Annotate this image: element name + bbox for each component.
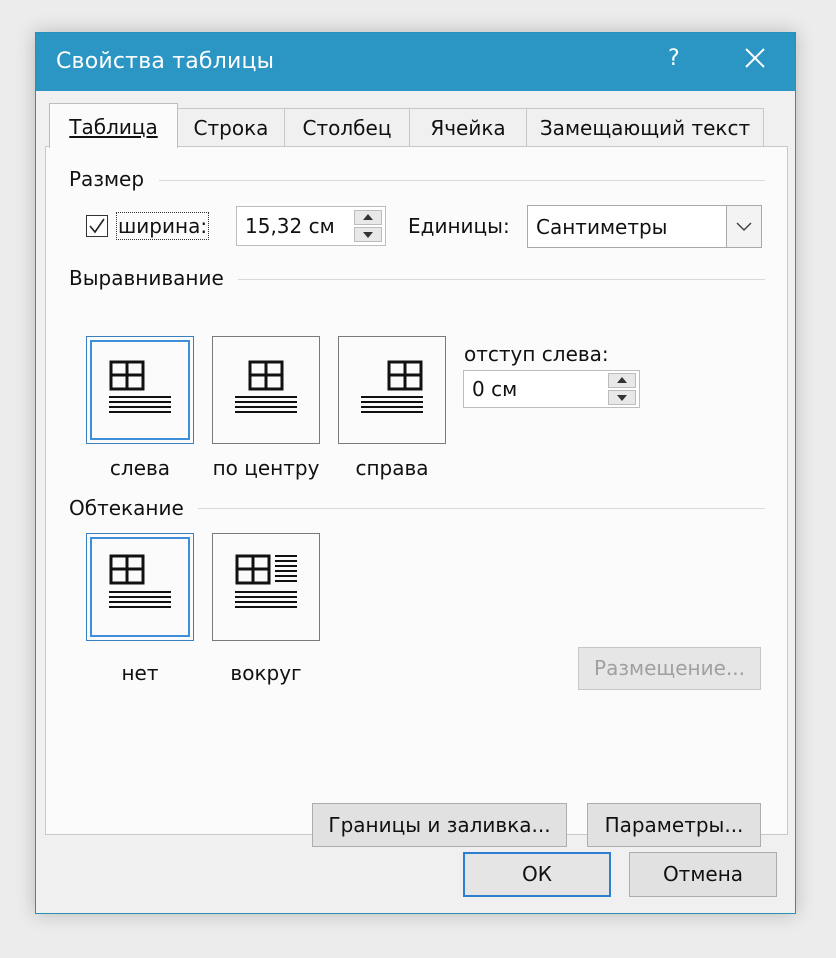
checkmark-icon [89,218,105,234]
spin-down-icon[interactable] [354,227,382,242]
width-spin-buttons [354,210,382,242]
table-align-left-icon [109,360,171,413]
width-spinner[interactable]: 15,32 см [236,206,386,246]
width-label: ширина: [115,212,210,240]
dialog-title: Свойства таблицы [56,49,275,74]
align-right-label: справа [355,456,429,480]
tab-alt-text[interactable]: Замещающий текст [526,108,764,147]
alignment-group-divider [238,279,765,280]
spin-up-icon[interactable] [608,373,636,388]
indent-left-spinner[interactable]: 0 см [463,370,640,408]
wrapping-group-title: Обтекание [69,496,184,520]
table-tab-panel: Размер ширина: 15,32 см Единицы: Сантиме… [45,146,788,847]
spin-down-icon[interactable] [608,390,636,405]
wrap-around-icon [235,554,297,608]
help-button[interactable]: ? [668,46,680,71]
alignment-group-title: Выравнивание [69,266,224,290]
options-button[interactable]: Параметры... [587,803,761,847]
tab-cell[interactable]: Ячейка [409,108,527,147]
wrap-none-icon [109,554,171,608]
tab-label: Столбец [302,116,392,140]
ok-button[interactable]: ОК [463,852,611,897]
align-right-option[interactable] [338,336,446,444]
indent-left-value: 0 см [472,377,518,401]
tab-label: Замещающий текст [539,116,751,140]
wrap-none-label: нет [121,661,159,685]
tab-column[interactable]: Столбец [284,108,410,147]
borders-and-shading-button[interactable]: Границы и заливка... [312,803,567,847]
size-group-title: Размер [69,167,145,191]
units-label: Единицы: [408,214,510,238]
spin-up-icon[interactable] [354,210,382,225]
wrap-none-option[interactable] [86,533,194,641]
close-button[interactable] [740,43,770,73]
indent-spin-buttons [608,373,636,405]
positioning-button[interactable]: Размещение... [578,647,761,690]
title-bar: Свойства таблицы ? [36,33,795,91]
indent-left-label: отступ слева: [464,342,609,366]
tab-row[interactable]: Строка [177,108,285,147]
tab-label: Ячейка [430,116,506,140]
align-center-option[interactable] [212,336,320,444]
dropdown-arrow-icon[interactable] [726,206,761,247]
units-value: Сантиметры [536,215,668,239]
tab-label: Таблица [69,115,158,139]
wrap-around-option[interactable] [212,533,320,641]
width-checkbox[interactable] [86,215,108,237]
table-properties-dialog: Свойства таблицы ? Таблица Строка Столбе… [35,32,796,914]
align-left-option[interactable] [86,336,194,444]
tab-label: Строка [193,116,269,140]
align-left-label: слева [109,456,171,480]
size-group-divider [159,180,765,181]
units-dropdown[interactable]: Сантиметры [527,205,762,248]
width-value: 15,32 см [245,214,335,238]
table-align-right-icon [361,360,423,413]
align-center-label: по центру [212,456,320,480]
cancel-button[interactable]: Отмена [629,852,777,897]
tab-table[interactable]: Таблица [49,103,178,148]
close-icon [745,48,765,68]
table-align-center-icon [235,360,297,413]
wrapping-group-divider [198,508,765,509]
wrap-around-label: вокруг [230,661,302,685]
